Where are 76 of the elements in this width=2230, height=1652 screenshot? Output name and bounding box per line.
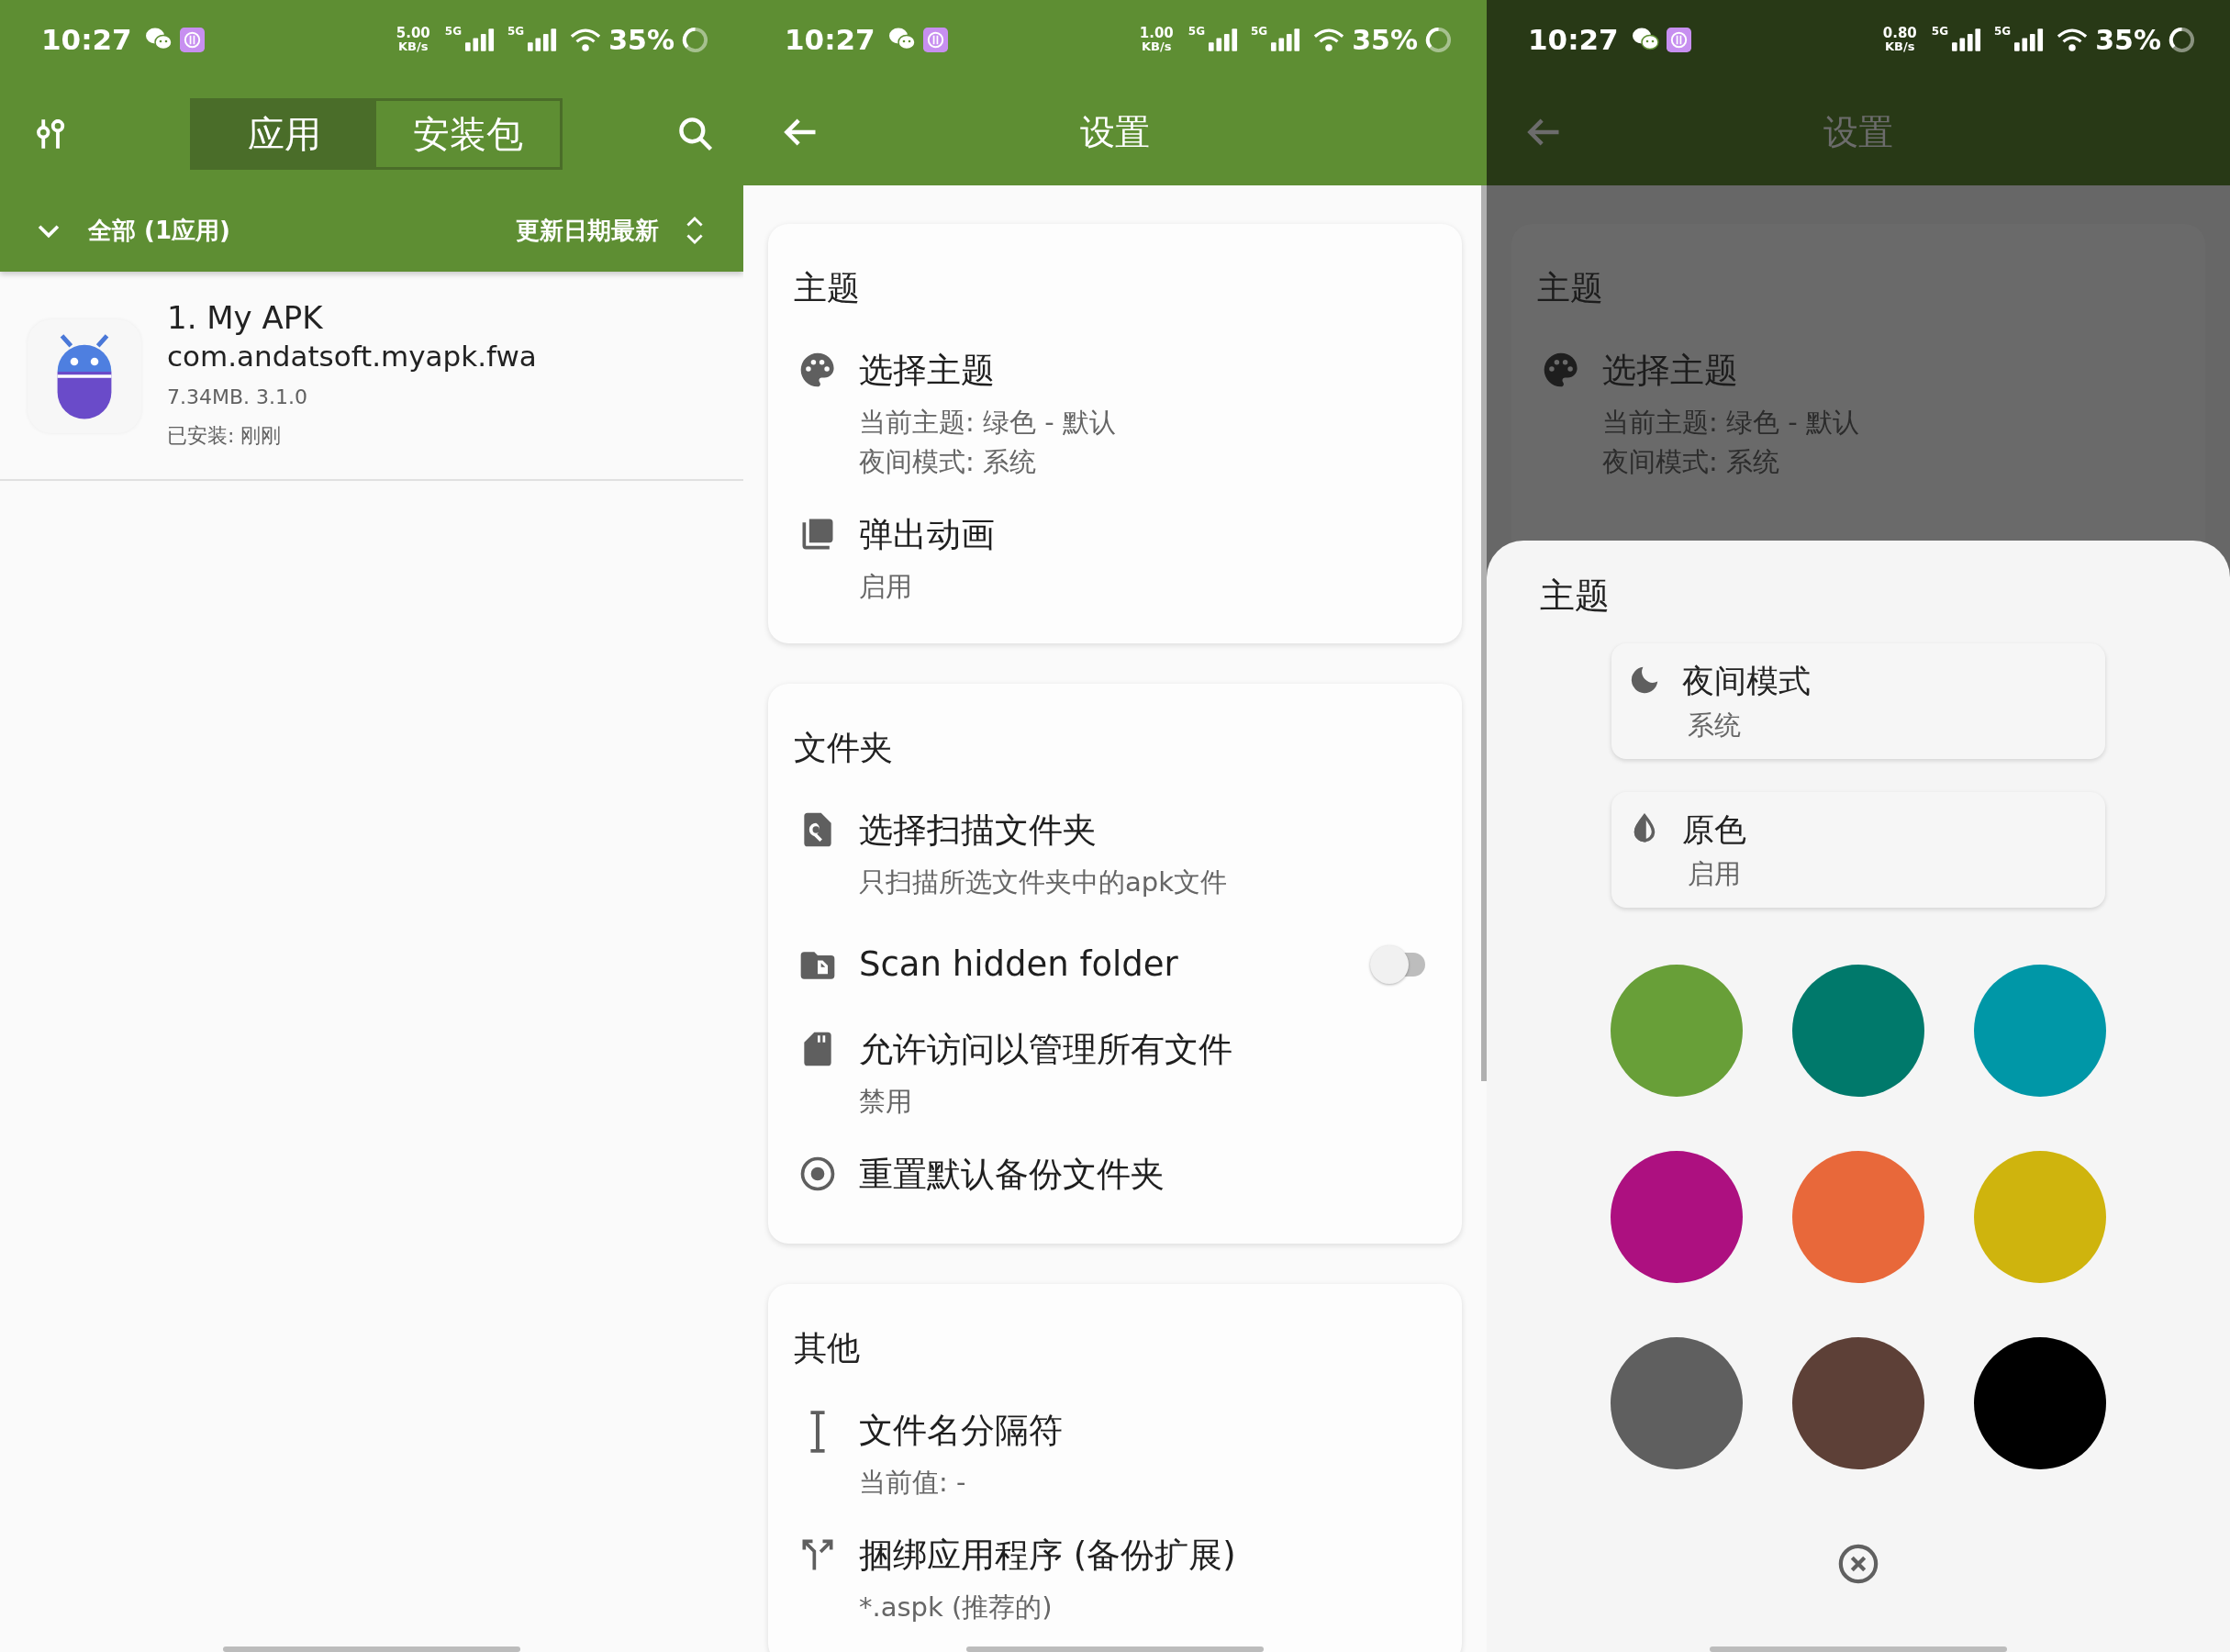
option-title: 夜间模式 <box>1682 662 1811 701</box>
option-value: 启用 <box>1688 857 1742 891</box>
setting-summary: 只扫描所选文件夹中的apk文件 <box>859 865 1227 899</box>
app-notification-icon <box>1666 27 1691 52</box>
option-card[interactable]: 原色 启用 <box>1611 792 2105 908</box>
option-value: 系统 <box>1688 709 1742 742</box>
network-type: 5G <box>444 25 462 38</box>
network-type: 5G <box>1994 25 2012 38</box>
battery-percentage: 35% <box>608 23 675 56</box>
speed-unit: KB/s <box>1885 40 1915 52</box>
dialog-title: 主题 <box>1540 575 1611 618</box>
section-header: 主题 <box>794 268 861 308</box>
setting-summary: 夜间模式: 系统 <box>1602 445 1780 479</box>
setting-title[interactable]: 文件名分隔符 <box>859 1408 1063 1454</box>
chat-bubbles-icon <box>1631 27 1659 52</box>
setting-title[interactable]: 重置默认备份文件夹 <box>859 1152 1165 1198</box>
status-time: 10:27 <box>785 23 875 56</box>
screen-title: 设置 <box>1823 110 1893 154</box>
signal-icon <box>1209 28 1238 51</box>
setting-title[interactable]: 捆绑应用程序 (备份扩展) <box>859 1533 1236 1579</box>
signal-icon <box>2014 28 2045 51</box>
app-notification-icon <box>179 27 205 52</box>
signal-icon <box>528 28 558 51</box>
app-notification-icon <box>922 27 948 52</box>
app-package-name: com.andatsoft.myapk.fwa <box>167 339 537 374</box>
setting-summary: 当前主题: 绿色 - 默认 <box>1602 406 1859 440</box>
network-speed: 0.80 <box>1882 27 1917 40</box>
text-cursor-icon <box>809 1410 826 1454</box>
speed-unit: KB/s <box>1142 40 1172 52</box>
app-list-item[interactable]: 1. My APK com.andatsoft.myapk.fwa 7.34MB. 3.1.0 已安装: 刚刚 <box>0 272 743 481</box>
sort-label[interactable]: 更新日期最新 <box>516 214 659 247</box>
section-header: 其他 <box>794 1328 861 1368</box>
setting-title[interactable]: 选择扫描文件夹 <box>859 808 1227 854</box>
setting-summary: 当前主题: 绿色 - 默认 <box>859 406 1116 440</box>
wifi-icon <box>1313 27 1345 52</box>
battery-percentage: 35% <box>1352 23 1418 56</box>
section-header: 文件夹 <box>794 728 894 768</box>
network-type: 5G <box>1187 25 1205 38</box>
setting-summary: 当前值: - <box>859 1466 967 1500</box>
setting-title[interactable]: 选择主题 <box>859 348 1116 394</box>
setting-title[interactable]: Scan hidden folder <box>859 942 1178 988</box>
section-header: 主题 <box>1537 268 1604 308</box>
close-icon[interactable] <box>1837 1543 1879 1585</box>
network-speed: 5.00 <box>396 27 430 40</box>
battery-percentage: 35% <box>2095 23 2161 56</box>
battery-ring-icon <box>1425 26 1452 53</box>
option-title: 原色 <box>1682 810 1746 850</box>
signal-icon <box>465 28 495 51</box>
setting-title[interactable]: 允许访问以管理所有文件 <box>859 1027 1232 1073</box>
setting-summary: *.aspk (推荐的) <box>859 1591 1054 1624</box>
wifi-icon <box>570 27 602 52</box>
screen-title: 设置 <box>1080 110 1150 154</box>
network-type: 5G <box>1931 25 1948 38</box>
option-card[interactable]: 夜间模式 系统 <box>1611 643 2105 759</box>
network-speed: 1.00 <box>1139 27 1174 40</box>
setting-summary: 夜间模式: 系统 <box>859 445 1037 479</box>
setting-summary: 禁用 <box>859 1085 913 1119</box>
setting-title[interactable]: 弹出动画 <box>859 512 995 558</box>
tab[interactable]: 应用 <box>193 101 376 167</box>
wifi-icon <box>2057 27 2089 52</box>
app-install-time: 已安装: 刚刚 <box>167 423 283 449</box>
app-title: 1. My APK <box>167 298 324 338</box>
filter-label[interactable]: 全部 (1应用) <box>88 214 230 247</box>
battery-ring-icon <box>2169 26 2195 53</box>
speed-unit: KB/s <box>398 40 429 52</box>
signal-icon <box>1271 28 1301 51</box>
app-size-version: 7.34MB. 3.1.0 <box>167 385 309 410</box>
setting-summary: 启用 <box>859 570 913 604</box>
tab[interactable]: 安装包 <box>376 101 560 167</box>
status-time: 10:27 <box>41 23 132 56</box>
signal-icon <box>1952 28 1981 51</box>
battery-ring-icon <box>682 26 708 53</box>
status-time: 10:27 <box>1528 23 1619 56</box>
network-type: 5G <box>507 25 525 38</box>
network-type: 5G <box>1251 25 1268 38</box>
robot-app-icon <box>28 319 141 433</box>
